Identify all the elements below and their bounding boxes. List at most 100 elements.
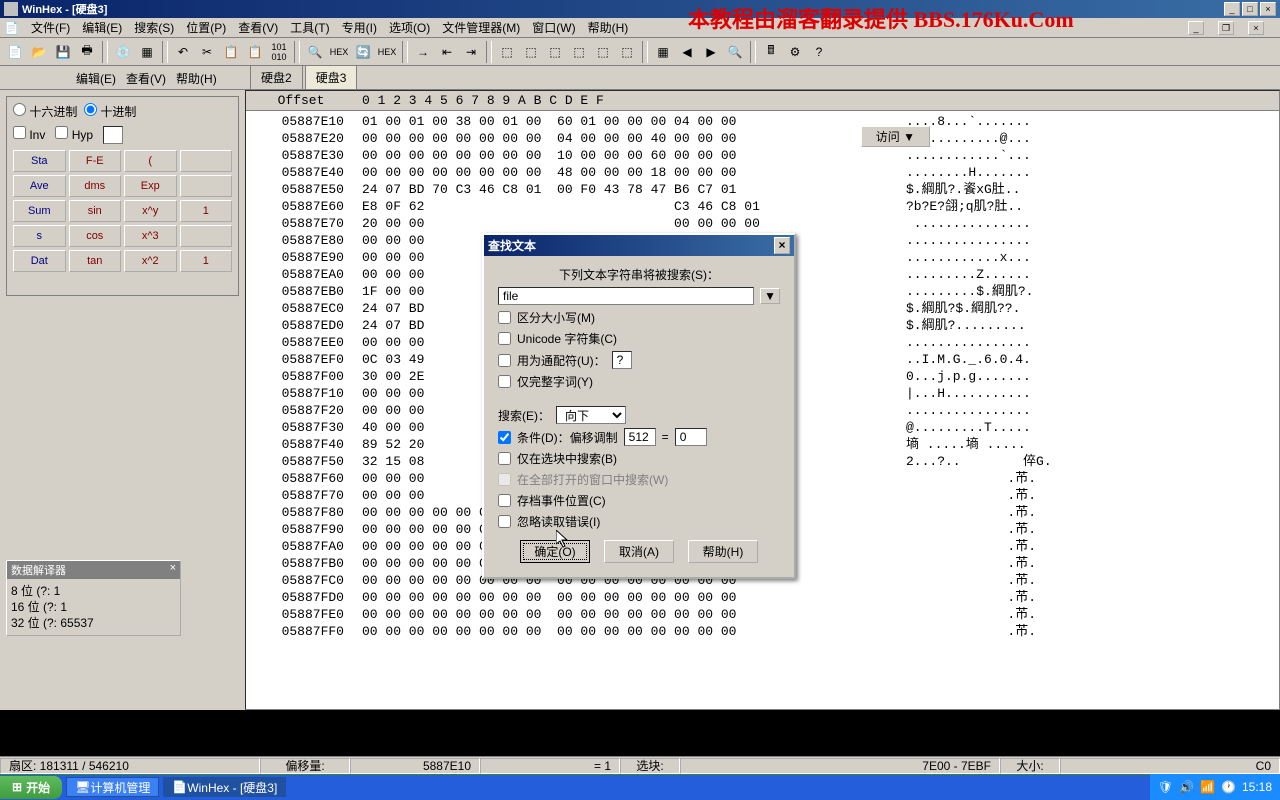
tb-open[interactable]: 📂 xyxy=(28,41,50,63)
tb-calc[interactable]: 🖩 xyxy=(760,41,782,63)
menu-options[interactable]: 选项(O) xyxy=(389,19,430,36)
tb-new[interactable]: 📄 xyxy=(4,41,26,63)
tb-undo[interactable]: ↶ xyxy=(172,41,194,63)
hex-row[interactable]: 05887FE000 00 00 00 00 00 00 00 00 00 00… xyxy=(246,606,1279,623)
tb-save[interactable]: 💾 xyxy=(52,41,74,63)
calc-btn-cos[interactable]: cos xyxy=(69,225,122,247)
menu-file[interactable]: 文件(F) xyxy=(31,19,70,36)
menu-special[interactable]: 专用(I) xyxy=(342,19,377,36)
hex-row[interactable]: 05887E2000 00 00 00 00 00 00 00 04 00 00… xyxy=(246,130,1279,147)
ok-button[interactable]: 确定(O) xyxy=(520,540,590,563)
tb-copy[interactable]: 📋 xyxy=(220,41,242,63)
cancel-button[interactable]: 取消(A) xyxy=(604,540,674,563)
chk-wildcard[interactable] xyxy=(498,354,511,367)
search-text-input[interactable] xyxy=(498,287,754,305)
menu-tools[interactable]: 工具(T) xyxy=(290,19,329,36)
chk-block-only[interactable] xyxy=(498,452,511,465)
tb-disk[interactable]: 💿 xyxy=(112,41,134,63)
tb-replace[interactable]: 🔄 xyxy=(352,41,374,63)
menu-help[interactable]: 帮助(H) xyxy=(588,19,629,36)
sub-view[interactable]: 查看(V) xyxy=(126,72,166,86)
tray-icon[interactable]: 📶 xyxy=(1200,780,1215,794)
tb-x1[interactable]: ⬚ xyxy=(496,41,518,63)
tray-icon[interactable]: 🕐 xyxy=(1221,780,1236,794)
tb-paste[interactable]: 📋 xyxy=(244,41,266,63)
taskbar-item-winhex[interactable]: 📄 WinHex - [硬盘3] xyxy=(163,777,286,797)
calc-btn-s[interactable]: s xyxy=(13,225,66,247)
sub-edit[interactable]: 编辑(E) xyxy=(76,72,116,86)
calc-btn-blank[interactable] xyxy=(180,150,233,172)
tb-findhex[interactable]: HEX xyxy=(328,41,350,63)
tb-fwd[interactable]: ⇥ xyxy=(460,41,482,63)
modulo-input[interactable] xyxy=(624,428,656,446)
direction-select[interactable]: 向下 xyxy=(556,406,626,424)
tb-x4[interactable]: ⬚ xyxy=(568,41,590,63)
wildcard-input[interactable] xyxy=(612,351,632,369)
tb-101[interactable]: 101010 xyxy=(268,41,290,63)
tb-x3[interactable]: ⬚ xyxy=(544,41,566,63)
menu-position[interactable]: 位置(P) xyxy=(186,19,226,36)
tb-cut[interactable]: ✂ xyxy=(196,41,218,63)
hex-row[interactable]: 05887FD000 00 00 00 00 00 00 00 00 00 00… xyxy=(246,589,1279,606)
tb-help[interactable]: ? xyxy=(808,41,830,63)
system-tray[interactable]: 🛡 🔊 📶 🕐 15:18 xyxy=(1150,774,1280,800)
sub-help[interactable]: 帮助(H) xyxy=(176,72,217,86)
taskbar-item-compmgmt[interactable]: 🖥 计算机管理 xyxy=(66,777,159,797)
maximize-button[interactable]: □ xyxy=(1242,2,1258,16)
hex-row[interactable]: 05887E1001 00 01 00 38 00 01 00 60 01 00… xyxy=(246,113,1279,130)
dialog-close-button[interactable]: × xyxy=(774,237,790,254)
tb-find[interactable]: 🔍 xyxy=(304,41,326,63)
hex-row[interactable]: 05887E3000 00 00 00 00 00 00 00 10 00 00… xyxy=(246,147,1279,164)
remainder-input[interactable] xyxy=(675,428,707,446)
mdi-close[interactable]: × xyxy=(1248,21,1264,35)
chk-inv[interactable]: Inv xyxy=(13,126,45,144)
calc-btn-Ave[interactable]: Ave xyxy=(13,175,66,197)
search-dropdown-icon[interactable]: ▼ xyxy=(760,288,780,304)
chk-ignore-errors[interactable] xyxy=(498,515,511,528)
hex-row[interactable]: 05887E5024 07 BD 70 C3 46 C8 01 00 F0 43… xyxy=(246,181,1279,198)
calc-btn-x^3[interactable]: x^3 xyxy=(124,225,177,247)
calc-btn-tan[interactable]: tan xyxy=(69,250,122,272)
calc-display[interactable] xyxy=(103,126,123,144)
tb-back[interactable]: ⇤ xyxy=(436,41,458,63)
calc-btn-Dat[interactable]: Dat xyxy=(13,250,66,272)
calc-btn-sin[interactable]: sin xyxy=(69,200,122,222)
chk-case[interactable] xyxy=(498,311,511,324)
tab-disk2[interactable]: 硬盘2 xyxy=(250,65,303,89)
chk-archive[interactable] xyxy=(498,494,511,507)
access-dropdown[interactable]: 访问 ▼ xyxy=(861,126,930,147)
radio-dec[interactable]: 十进制 xyxy=(84,105,136,119)
tb-last[interactable]: ▶ xyxy=(700,41,722,63)
mdi-restore[interactable]: ❐ xyxy=(1218,21,1234,35)
menu-search[interactable]: 搜索(S) xyxy=(134,19,174,36)
mdi-minimize[interactable]: _ xyxy=(1188,21,1204,35)
menu-edit[interactable]: 编辑(E) xyxy=(82,19,122,36)
tb-print[interactable]: 🖶 xyxy=(76,41,98,63)
calc-btn-([interactable]: ( xyxy=(124,150,177,172)
tb-goto[interactable]: → xyxy=(412,41,434,63)
hex-row[interactable]: 05887E60E8 0F 62 C3 46 C8 01?b?E?翖;q肌?肚.… xyxy=(246,198,1279,215)
calc-btn-blank[interactable] xyxy=(180,225,233,247)
chk-whole-word[interactable] xyxy=(498,375,511,388)
tb-replhex[interactable]: HEX xyxy=(376,41,398,63)
calc-btn-x^y[interactable]: x^y xyxy=(124,200,177,222)
chk-hyp[interactable]: Hyp xyxy=(55,126,93,144)
close-button[interactable]: × xyxy=(1260,2,1276,16)
hex-row[interactable]: 05887E7020 00 00 00 00 00 00 ...........… xyxy=(246,215,1279,232)
calc-btn-dms[interactable]: dms xyxy=(69,175,122,197)
minimize-button[interactable]: _ xyxy=(1224,2,1240,16)
chk-condition[interactable] xyxy=(498,431,511,444)
calc-btn-1[interactable]: 1 xyxy=(180,200,233,222)
tb-findnext[interactable]: 🔍 xyxy=(724,41,746,63)
tb-ram[interactable]: ▦ xyxy=(136,41,158,63)
hex-row[interactable]: 05887FF000 00 00 00 00 00 00 00 00 00 00… xyxy=(246,623,1279,640)
help-button[interactable]: 帮助(H) xyxy=(688,540,758,563)
tab-disk3[interactable]: 硬盘3 xyxy=(305,65,358,89)
calc-btn-blank[interactable] xyxy=(180,175,233,197)
calc-btn-Sum[interactable]: Sum xyxy=(13,200,66,222)
tb-nav1[interactable]: ▦ xyxy=(652,41,674,63)
menu-view[interactable]: 查看(V) xyxy=(238,19,278,36)
tray-icon[interactable]: 🛡 xyxy=(1158,780,1173,794)
calc-btn-Sta[interactable]: Sta xyxy=(13,150,66,172)
calc-btn-x^2[interactable]: x^2 xyxy=(124,250,177,272)
